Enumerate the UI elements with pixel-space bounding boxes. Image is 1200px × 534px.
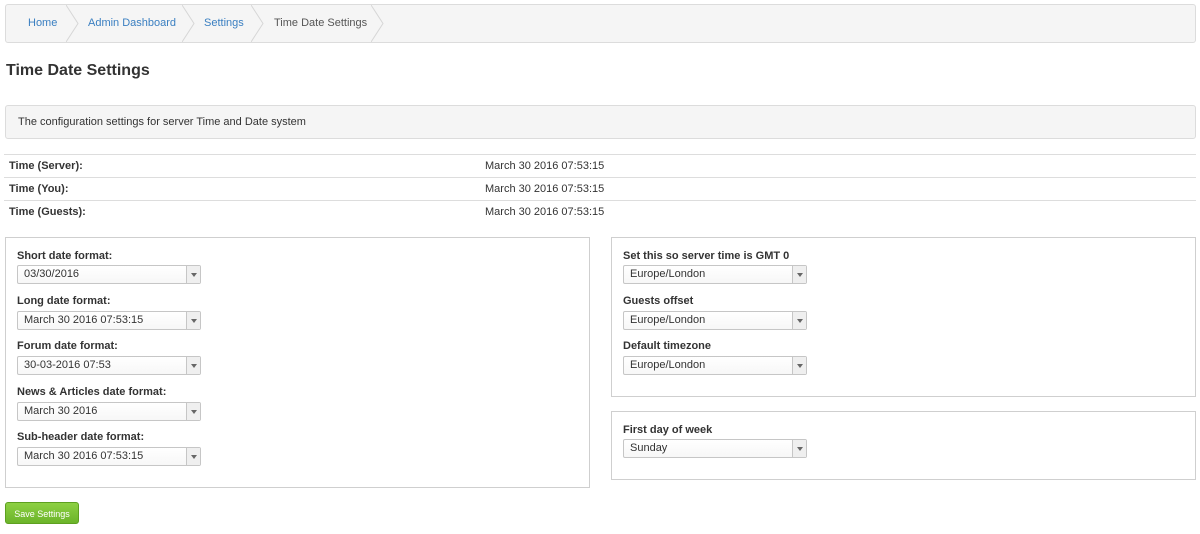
long-date-format-value: March 30 2016 07:53:15: [24, 314, 144, 326]
server-timezone-select[interactable]: Europe/London: [623, 265, 807, 284]
chevron-down-icon: [792, 357, 806, 374]
save-settings-button[interactable]: Save Settings: [5, 502, 79, 524]
time-guests-value: March 30 2016 07:53:15: [485, 206, 605, 218]
subheader-date-format-label: Sub-header date format:: [17, 431, 145, 443]
news-date-format-select[interactable]: March 30 2016: [17, 402, 201, 421]
table-row: Time (You): March 30 2016 07:53:15: [4, 178, 1196, 201]
breadcrumb-separator-icon: [66, 5, 80, 42]
short-date-format-label: Short date format:: [17, 250, 113, 262]
time-guests-label: Time (Guests):: [9, 206, 86, 218]
week-panel: First day of week Sunday: [611, 411, 1196, 480]
chevron-down-icon: [186, 448, 200, 465]
forum-date-format-label: Forum date format:: [17, 340, 118, 352]
chevron-down-icon: [186, 312, 200, 329]
short-date-format-value: 03/30/2016: [24, 268, 80, 280]
default-timezone-value: Europe/London: [630, 359, 706, 371]
time-you-label: Time (You):: [9, 183, 69, 195]
news-date-format-label: News & Articles date format:: [17, 386, 167, 398]
first-day-of-week-label: First day of week: [623, 424, 713, 436]
table-row: Time (Guests): March 30 2016 07:53:15: [4, 201, 1196, 224]
guests-offset-value: Europe/London: [630, 314, 706, 326]
breadcrumb-separator-icon: [251, 5, 265, 42]
short-date-format-select[interactable]: 03/30/2016: [17, 265, 201, 284]
time-table: Time (Server): March 30 2016 07:53:15 Ti…: [4, 154, 1196, 224]
timezone-panel: Set this so server time is GMT 0 Europe/…: [611, 237, 1196, 397]
breadcrumb-admin-dashboard[interactable]: Admin Dashboard: [88, 5, 176, 42]
time-server-value: March 30 2016 07:53:15: [485, 160, 605, 172]
date-formats-panel: Short date format: 03/30/2016 Long date …: [5, 237, 590, 488]
chevron-down-icon: [792, 440, 806, 457]
table-row: Time (Server): March 30 2016 07:53:15: [4, 155, 1196, 178]
long-date-format-label: Long date format:: [17, 295, 111, 307]
first-day-of-week-value: Sunday: [630, 442, 668, 454]
breadcrumb-home[interactable]: Home: [28, 5, 57, 42]
breadcrumb-settings[interactable]: Settings: [204, 5, 244, 42]
chevron-down-icon: [186, 266, 200, 283]
default-timezone-select[interactable]: Europe/London: [623, 356, 807, 375]
time-server-label: Time (Server):: [9, 160, 83, 172]
chevron-down-icon: [792, 312, 806, 329]
page-title: Time Date Settings: [6, 62, 150, 79]
chevron-down-icon: [186, 403, 200, 420]
breadcrumb-separator-icon: [371, 5, 385, 42]
forum-date-format-value: 30-03-2016 07:53: [24, 359, 111, 371]
server-timezone-label: Set this so server time is GMT 0: [623, 250, 790, 262]
breadcrumb-current: Time Date Settings: [274, 17, 368, 29]
subheader-date-format-value: March 30 2016 07:53:15: [24, 450, 144, 462]
first-day-of-week-select[interactable]: Sunday: [623, 439, 807, 458]
news-date-format-value: March 30 2016: [24, 405, 98, 417]
guests-offset-label: Guests offset: [623, 295, 694, 307]
page-description: The configuration settings for server Ti…: [5, 105, 1196, 139]
guests-offset-select[interactable]: Europe/London: [623, 311, 807, 330]
chevron-down-icon: [792, 266, 806, 283]
breadcrumb: Home Admin Dashboard Settings Time Date …: [5, 4, 1196, 43]
server-timezone-value: Europe/London: [630, 268, 706, 280]
chevron-down-icon: [186, 357, 200, 374]
forum-date-format-select[interactable]: 30-03-2016 07:53: [17, 356, 201, 375]
breadcrumb-separator-icon: [182, 5, 196, 42]
subheader-date-format-select[interactable]: March 30 2016 07:53:15: [17, 447, 201, 466]
time-you-value: March 30 2016 07:53:15: [485, 183, 605, 195]
default-timezone-label: Default timezone: [623, 340, 712, 352]
long-date-format-select[interactable]: March 30 2016 07:53:15: [17, 311, 201, 330]
